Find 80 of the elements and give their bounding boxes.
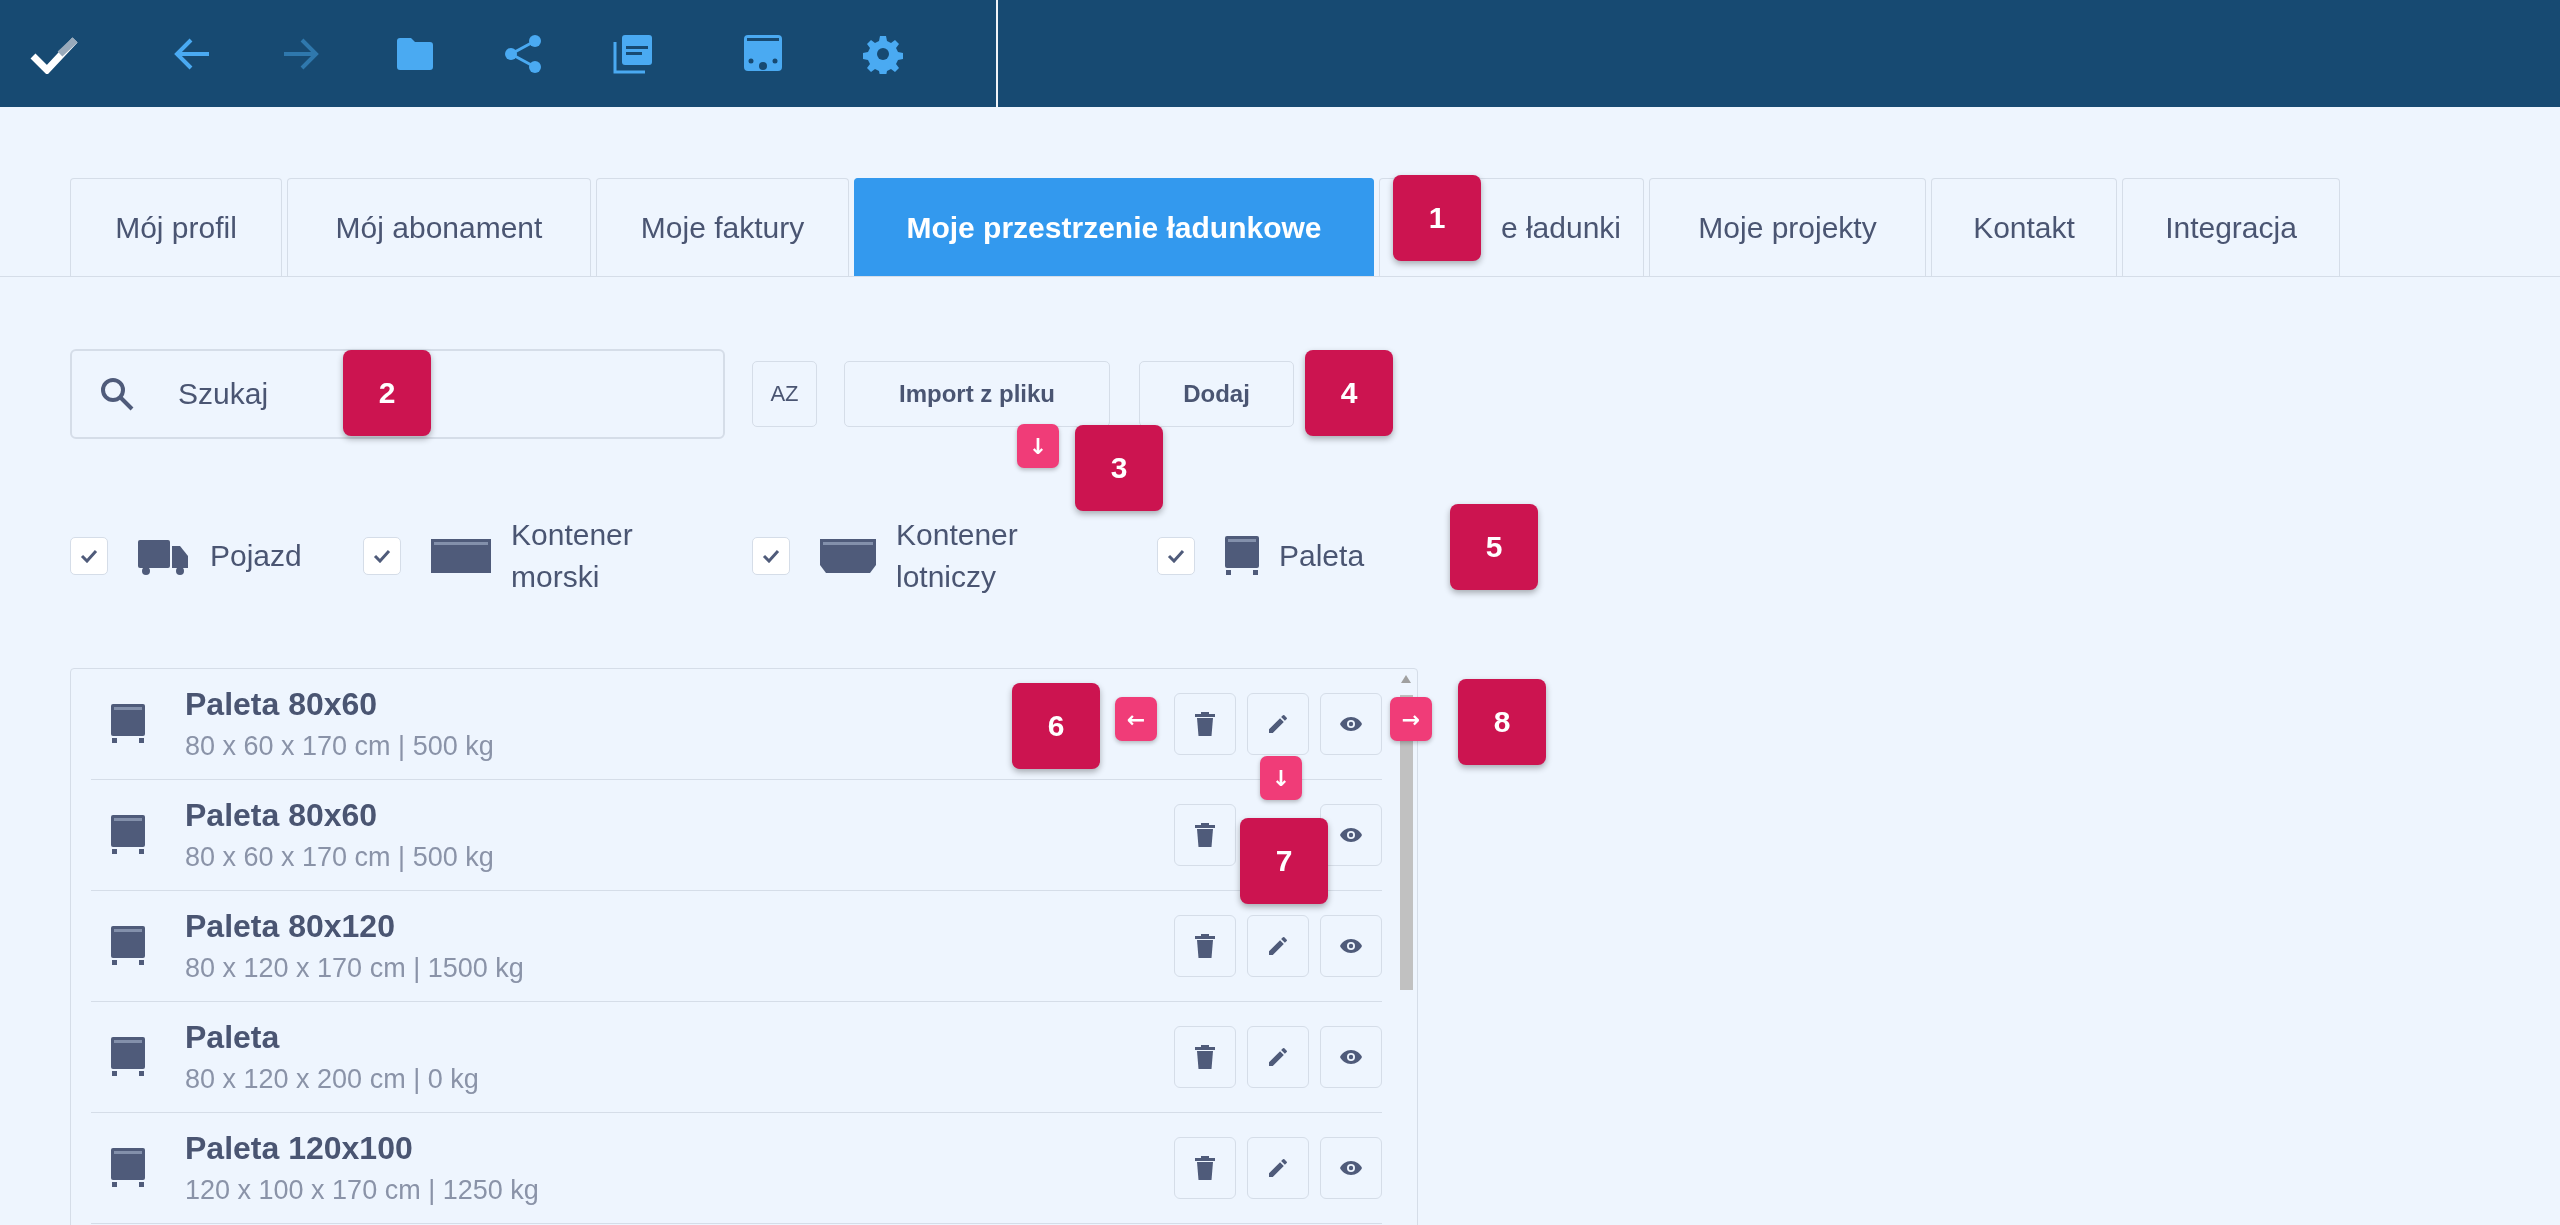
pencil-icon (1266, 934, 1290, 958)
filter-label: Pojazd (210, 538, 302, 574)
document-stack-icon[interactable] (613, 33, 653, 74)
settings-icon[interactable] (863, 33, 903, 74)
tab[interactable]: Mój abonament (287, 178, 591, 276)
pallet-icon (111, 926, 145, 966)
delete-button[interactable] (1174, 1137, 1236, 1199)
step-badge: 8 (1458, 679, 1546, 765)
filter-label: Kontener lotniczy (896, 517, 1019, 595)
item-title: Paleta 120x100 (185, 1130, 413, 1167)
checkbox[interactable] (363, 537, 401, 575)
step-badge: 3 (1075, 425, 1163, 511)
container-icon (820, 539, 876, 573)
delete-button[interactable] (1174, 915, 1236, 977)
add-button[interactable]: Dodaj (1139, 361, 1294, 427)
eye-icon (1339, 826, 1363, 844)
item-details: 120 x 100 x 170 cm | 1250 kg (185, 1175, 539, 1206)
sort-button[interactable]: AZ (752, 361, 817, 427)
pencil-icon (1266, 1045, 1290, 1069)
trash-icon (1195, 823, 1215, 847)
item-details: 80 x 120 x 170 cm | 1500 kg (185, 953, 524, 984)
filter-label: Kontener morski (511, 517, 634, 595)
pencil-icon (1266, 1156, 1290, 1180)
view-button[interactable] (1320, 804, 1382, 866)
pallet-icon (111, 1148, 145, 1188)
checkmark-icon (1167, 549, 1185, 563)
pallet-icon (111, 704, 145, 744)
tab[interactable]: Moje faktury (596, 178, 849, 276)
checkmark-icon (80, 549, 98, 563)
edit-button[interactable] (1247, 915, 1309, 977)
folder-icon[interactable] (395, 36, 435, 71)
tab[interactable]: Moje projekty (1649, 178, 1926, 276)
tab[interactable]: Kontakt (1931, 178, 2117, 276)
edit-button[interactable] (1247, 693, 1309, 755)
pallet-icon (111, 815, 145, 855)
item-title: Paleta (185, 1019, 280, 1056)
step-badge: 5 (1450, 504, 1538, 590)
step-badge: 4 (1305, 350, 1393, 436)
checkbox[interactable] (70, 537, 108, 575)
view-button[interactable] (1320, 1026, 1382, 1088)
container-icon (431, 539, 491, 573)
view-button[interactable] (1320, 1137, 1382, 1199)
eye-icon (1339, 937, 1363, 955)
checkmark-icon (373, 549, 391, 563)
filter-label: Paleta (1279, 538, 1365, 574)
trash-icon (1195, 934, 1215, 958)
edit-button[interactable] (1247, 1026, 1309, 1088)
checkbox[interactable] (1157, 537, 1195, 575)
share-icon[interactable] (503, 33, 543, 74)
item-title: Paleta 80x60 (185, 686, 378, 723)
edit-button[interactable] (1247, 1137, 1309, 1199)
step-badge: 2 (343, 350, 431, 436)
delete-button[interactable] (1174, 1026, 1236, 1088)
pallet-icon (1225, 536, 1259, 576)
step-badge: 1 (1393, 175, 1481, 261)
checkmark-icon (762, 549, 780, 563)
tab[interactable]: Integracja (2122, 178, 2340, 276)
pencil-icon (1266, 712, 1290, 736)
pallet-settings-icon[interactable] (743, 33, 783, 74)
import-button[interactable]: Import z pliku (844, 361, 1110, 427)
trash-icon (1195, 1156, 1215, 1180)
item-title: Paleta 80x120 (185, 908, 395, 945)
eye-icon (1339, 1048, 1363, 1066)
step-badge: 6 (1012, 683, 1100, 769)
delete-button[interactable] (1174, 693, 1236, 755)
view-button[interactable] (1320, 693, 1382, 755)
item-details: 80 x 60 x 170 cm | 500 kg (185, 731, 494, 762)
trash-icon (1195, 1045, 1215, 1069)
tab[interactable]: Mój profil (70, 178, 282, 276)
item-title: Paleta 80x60 (185, 797, 378, 834)
pallet-icon (111, 1037, 145, 1077)
eye-icon (1339, 1159, 1363, 1177)
step-badge: 7 (1240, 818, 1328, 904)
eye-icon (1339, 715, 1363, 733)
item-details: 80 x 120 x 200 cm | 0 kg (185, 1064, 479, 1095)
trash-icon (1195, 712, 1215, 736)
view-button[interactable] (1320, 915, 1382, 977)
delete-button[interactable] (1174, 804, 1236, 866)
item-details: 80 x 60 x 170 cm | 500 kg (185, 842, 494, 873)
checkbox[interactable] (752, 537, 790, 575)
